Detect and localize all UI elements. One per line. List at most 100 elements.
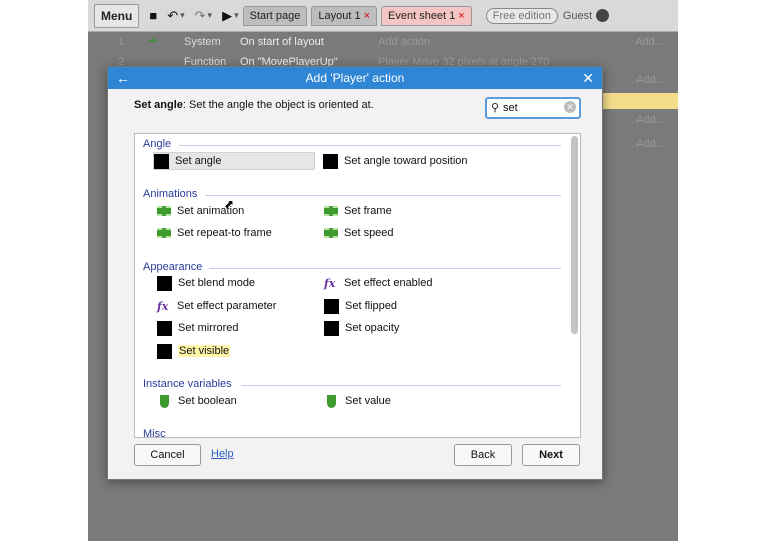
black-square-icon (154, 153, 169, 169)
tab-label: Event sheet 1 (388, 9, 456, 22)
close-tab-icon[interactable]: × (364, 10, 370, 22)
action-item-set-flipped[interactable]: Set flipped (324, 297, 397, 315)
tab-layout-1[interactable]: Layout 1 × (311, 5, 378, 26)
cancel-button[interactable]: Cancel (134, 444, 201, 466)
menu-button[interactable]: Menu (94, 3, 140, 28)
section-title: Appearance (143, 261, 203, 273)
section-header: Appearance (143, 261, 561, 273)
back-button[interactable]: Back (454, 444, 512, 466)
shield-icon (327, 394, 336, 408)
action-item-set-visible[interactable]: Set visible (157, 342, 231, 360)
section-header: Misc (143, 428, 561, 438)
action-item-set-opacity[interactable]: Set opacity (324, 319, 399, 337)
film-icon (324, 206, 338, 216)
section-title: Animations (143, 188, 198, 200)
search-value[interactable]: set (503, 102, 518, 114)
action-item-set-angle[interactable]: Set angle (153, 152, 315, 170)
action-label: Set mirrored (178, 322, 239, 334)
action-label: Set boolean (178, 395, 237, 407)
section-title: Misc (143, 428, 166, 438)
user-avatar-icon[interactable] (596, 9, 610, 22)
action-label: Set opacity (345, 322, 400, 334)
action-item-set-boolean[interactable]: Set boolean (157, 392, 237, 410)
clear-search-icon[interactable]: ✕ (564, 101, 576, 113)
section-divider (179, 145, 561, 146)
list-scrollbar[interactable] (571, 136, 578, 334)
action-item-set-frame[interactable]: Set frame (324, 202, 392, 220)
fx-icon: fx (157, 299, 169, 313)
action-label: Set animation (177, 205, 245, 217)
action-label: Set effect parameter (177, 300, 277, 312)
mouse-cursor-icon: ⬈ (224, 197, 235, 211)
redo-dropdown-icon[interactable]: ▾ (208, 10, 213, 21)
description-title: Set angle (134, 99, 183, 111)
add-link[interactable]: Add... (636, 114, 665, 126)
next-button[interactable]: Next (522, 444, 580, 466)
action-label: Set frame (344, 205, 392, 217)
tab-start-page[interactable]: Start page (242, 5, 308, 26)
film-icon (324, 228, 338, 238)
black-square-icon (157, 320, 172, 336)
add-event-link[interactable]: Add... (635, 36, 664, 48)
action-item-set-effect-enabled[interactable]: fx Set effect enabled (324, 274, 432, 292)
film-icon (157, 228, 171, 238)
add-link[interactable]: Add... (636, 74, 665, 86)
tab-label: Start page (249, 9, 301, 22)
action-list: Angle Set angle Set angle toward positio… (134, 133, 581, 438)
section-divider (209, 268, 561, 269)
undo-icon[interactable]: ↶ (167, 8, 178, 24)
tab-event-sheet-1[interactable]: Event sheet 1 × (381, 5, 472, 26)
event-row[interactable]: 1 ➜ System On start of layout Add action… (88, 32, 678, 52)
black-square-icon (157, 275, 172, 291)
free-edition-badge[interactable]: Free edition (485, 7, 558, 24)
close-icon[interactable]: ✕ (582, 67, 594, 89)
event-action[interactable]: Add action (378, 36, 430, 48)
add-link[interactable]: Add... (636, 138, 665, 150)
save-icon[interactable]: ■ (149, 8, 157, 23)
play-icon[interactable]: ▶ (222, 8, 232, 24)
guest-label: Guest (562, 9, 593, 22)
action-label: Set effect enabled (344, 277, 433, 289)
undo-dropdown-icon[interactable]: ▾ (180, 10, 185, 21)
dialog-titlebar: ← Add 'Player' action ✕ (108, 67, 602, 89)
action-label: Set flipped (345, 300, 397, 312)
action-item-set-angle-toward-position[interactable]: Set angle toward position (323, 152, 468, 170)
fx-icon: fx (324, 276, 336, 290)
action-item-set-speed[interactable]: Set speed (324, 224, 394, 242)
black-square-icon (324, 320, 339, 336)
action-label: Set blend mode (178, 277, 256, 289)
section-title: Angle (143, 138, 172, 150)
tab-label: Layout 1 (318, 9, 361, 22)
black-square-icon (324, 298, 339, 314)
action-item-set-repeat-to-frame[interactable]: Set repeat-to frame (157, 224, 272, 242)
action-item-set-effect-parameter[interactable]: fx Set effect parameter (157, 297, 276, 315)
section-divider (205, 195, 561, 196)
event-number: 1 (118, 36, 125, 48)
action-label: Set speed (344, 227, 394, 239)
arrow-right-icon: ➜ (148, 35, 158, 47)
play-dropdown-icon[interactable]: ▾ (234, 10, 239, 21)
search-input[interactable]: ⚲ set ✕ (485, 97, 581, 119)
section-header: Angle (143, 138, 561, 150)
redo-icon[interactable]: ↷ (195, 8, 206, 24)
section-header: Instance variables (143, 378, 561, 390)
action-item-set-blend-mode[interactable]: Set blend mode (157, 274, 255, 292)
event-condition[interactable]: On start of layout (240, 36, 324, 48)
close-tab-icon[interactable]: × (458, 10, 464, 22)
add-action-dialog: ← Add 'Player' action ✕ Set angle: Set t… (107, 66, 603, 480)
help-link[interactable]: Help (211, 448, 234, 460)
action-label: Set angle (175, 155, 222, 167)
action-label: Set repeat-to frame (177, 227, 272, 239)
section-header: Animations (143, 188, 561, 200)
action-label: Set angle toward position (344, 155, 468, 167)
back-arrow-icon[interactable]: ← (116, 67, 130, 89)
section-divider (241, 385, 561, 386)
action-item-set-mirrored[interactable]: Set mirrored (157, 319, 239, 337)
event-object: System (184, 36, 221, 48)
action-description: Set angle: Set the angle the object is o… (134, 99, 374, 111)
action-item-set-value[interactable]: Set value (324, 392, 391, 410)
action-label: Set visible (178, 345, 231, 357)
black-square-icon (323, 153, 338, 169)
search-icon: ⚲ (491, 102, 500, 114)
section-title: Instance variables (143, 378, 232, 390)
